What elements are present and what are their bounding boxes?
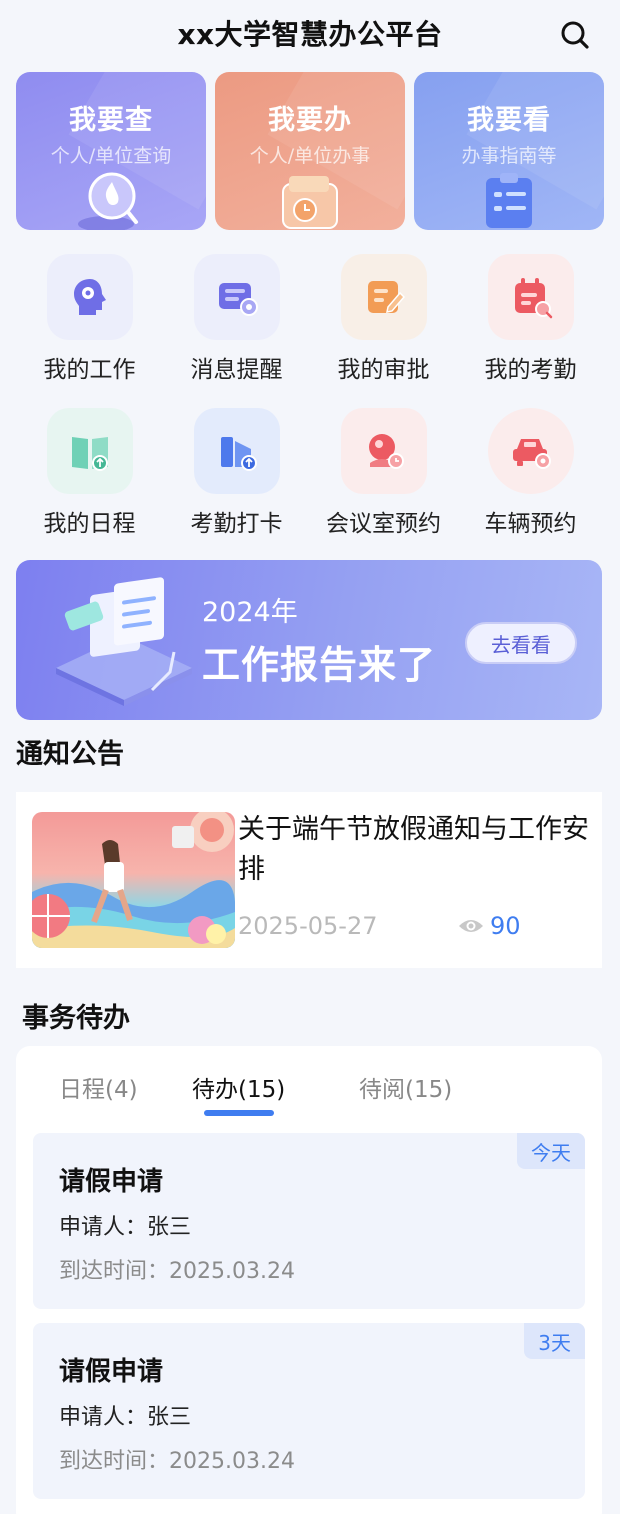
todo-tabs: 日程(4) 待办(15) 待阅(15) xyxy=(16,1070,602,1130)
car-booking-icon xyxy=(512,439,551,469)
menu-label: 我的工作 xyxy=(43,357,136,383)
card-title: 我要查 xyxy=(69,105,153,136)
wallet-clock-icon xyxy=(282,176,338,229)
search-flame-icon xyxy=(78,172,138,230)
active-tab-indicator xyxy=(204,1110,274,1116)
menu-label: 我的审批 xyxy=(337,357,430,383)
tab-todo[interactable]: 待办(15) xyxy=(192,1070,285,1104)
banner-title: 工作报告来了 xyxy=(202,643,437,687)
card-title: 我要看 xyxy=(467,105,551,136)
banner-year: 2024年 xyxy=(202,597,298,628)
attendance-calendar-icon xyxy=(514,278,552,319)
menu-label: 考勤打卡 xyxy=(190,511,283,537)
card-subtitle: 办事指南等 xyxy=(461,145,557,167)
handle-card[interactable]: 我要办 个人/单位办事 xyxy=(215,72,405,230)
todo-item[interactable]: 今天 请假申请 申请人：张三 到达时间：2025.03.24 xyxy=(33,1133,585,1309)
menu-my-approval[interactable]: 我的审批 xyxy=(310,248,457,402)
menu-label: 我的日程 xyxy=(43,511,136,537)
due-badge: 今天 xyxy=(517,1133,585,1169)
todo-arrival-time: 到达时间：2025.03.24 xyxy=(59,1449,295,1474)
view-card[interactable]: 我要看 办事指南等 xyxy=(414,72,604,230)
meeting-room-icon xyxy=(368,434,404,469)
menu-clock-in[interactable]: 考勤打卡 xyxy=(163,402,310,556)
query-card[interactable]: 我要查 个人/单位查询 xyxy=(16,72,206,230)
view-count: 90 xyxy=(490,912,521,940)
menu-message-reminder[interactable]: 消息提醒 xyxy=(163,248,310,402)
guide-clipboard-icon xyxy=(486,173,532,228)
todo-applicant: 申请人：张三 xyxy=(59,1405,192,1430)
quick-menu: 我的工作 消息提醒 我的审批 我的考勤 我的日程 考勤打卡 会议室预约 车辆预约 xyxy=(16,248,604,556)
menu-car-booking[interactable]: 车辆预约 xyxy=(457,402,604,556)
menu-label: 车辆预约 xyxy=(484,511,577,537)
clock-in-building-icon xyxy=(220,437,257,471)
eye-icon xyxy=(459,920,483,932)
card-subtitle: 个人/单位查询 xyxy=(50,145,172,167)
report-banner[interactable]: 2024年 工作报告来了 去看看 xyxy=(16,560,602,720)
report-illustration-icon xyxy=(56,577,192,706)
todo-applicant: 申请人：张三 xyxy=(59,1215,192,1240)
todo-title: 请假申请 xyxy=(59,1167,164,1197)
menu-meeting-room[interactable]: 会议室预约 xyxy=(310,402,457,556)
card-subtitle: 个人/单位办事 xyxy=(249,145,371,167)
menu-label: 我的考勤 xyxy=(484,357,577,383)
due-badge: 3天 xyxy=(524,1323,585,1359)
service-cards: 我要查 个人/单位查询 我要办 个人/单位办事 我要看 办事指南等 xyxy=(16,72,604,230)
work-profile-icon xyxy=(73,279,106,315)
menu-my-attendance[interactable]: 我的考勤 xyxy=(457,248,604,402)
tab-schedule[interactable]: 日程(4) xyxy=(59,1070,138,1104)
notice-title[interactable]: 关于端午节放假通知与工作安排 xyxy=(238,810,602,890)
notice-item[interactable]: 关于端午节放假通知与工作安排 2025-05-27 90 xyxy=(16,792,602,968)
notice-thumbnail xyxy=(32,812,235,948)
todo-panel: 日程(4) 待办(15) 待阅(15) 今天 请假申请 申请人：张三 到达时间：… xyxy=(16,1046,602,1514)
summer-poster-image xyxy=(32,812,235,948)
approval-edit-icon xyxy=(367,281,405,313)
todo-title: 请假申请 xyxy=(59,1357,164,1387)
notice-views: 90 xyxy=(458,912,521,940)
notice-date: 2025-05-27 xyxy=(238,912,378,940)
todo-arrival-time: 到达时间：2025.03.24 xyxy=(59,1259,295,1284)
app-header: xx大学智慧办公平台 xyxy=(0,0,620,66)
menu-label: 消息提醒 xyxy=(190,357,283,383)
menu-my-work[interactable]: 我的工作 xyxy=(16,248,163,402)
todo-item[interactable]: 3天 请假申请 申请人：张三 到达时间：2025.03.24 xyxy=(33,1323,585,1499)
card-title: 我要办 xyxy=(268,105,352,136)
banner-view-button[interactable]: 去看看 xyxy=(465,622,577,664)
search-icon[interactable] xyxy=(560,20,590,50)
tab-to-read[interactable]: 待阅(15) xyxy=(359,1070,452,1104)
page-title: xx大学智慧办公平台 xyxy=(177,18,443,51)
schedule-book-icon xyxy=(71,437,108,471)
todo-section-title: 事务待办 xyxy=(22,1003,130,1034)
menu-my-schedule[interactable]: 我的日程 xyxy=(16,402,163,556)
message-reminder-icon xyxy=(218,283,258,316)
notice-section-title: 通知公告 xyxy=(16,739,124,770)
menu-label: 会议室预约 xyxy=(326,511,441,537)
